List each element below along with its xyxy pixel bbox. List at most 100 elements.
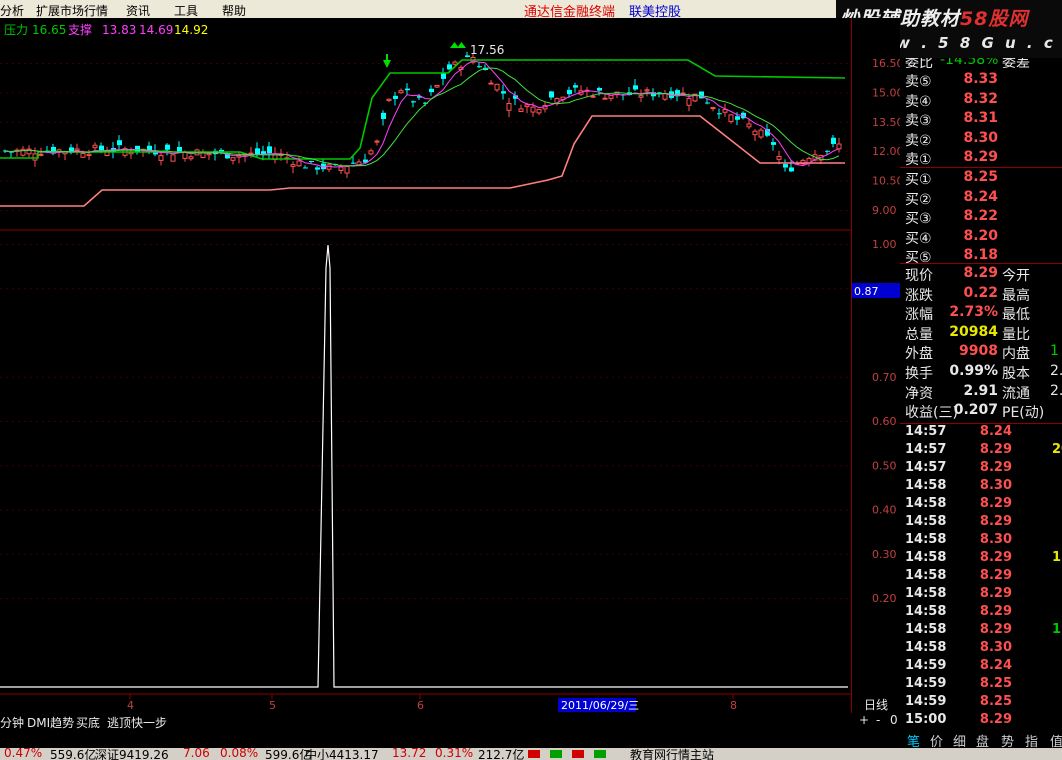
candle-body <box>825 150 830 152</box>
quote-stat-row: 涨跌 0.22 最高 <box>905 284 1030 304</box>
candle-body <box>752 130 758 136</box>
price-axis-tick: 10.50 <box>872 175 900 188</box>
candle-body <box>386 98 392 101</box>
blank-strip <box>0 730 900 748</box>
date-axis-tick: 8 <box>730 699 737 712</box>
indicator-value-4: 14.92 <box>174 23 208 37</box>
date-axis: 4 5 6 8 <box>127 694 737 712</box>
menu-item-help[interactable]: 帮助 <box>222 2 246 19</box>
status-sme-pct: 0.31% <box>435 748 474 760</box>
tick-row: 14:57 8.24 <box>905 424 1012 439</box>
menu-item-tools[interactable]: 工具 <box>174 2 198 19</box>
candle-body <box>501 91 506 94</box>
tick-row: 14:58 8.30 <box>905 478 1012 493</box>
status-server: 教育网行情主站 <box>630 748 715 760</box>
candle-body <box>452 61 458 65</box>
candle-body <box>518 108 524 112</box>
date-cursor-label: 2011/06/29/三 <box>561 699 639 712</box>
indicator-tab-escape-top[interactable]: 逃顶快一步 <box>107 714 167 731</box>
candle-body <box>296 160 302 167</box>
right-panel-tabs: 笔 价 细 盘 势 指 值 <box>900 730 1062 750</box>
indicator-tab-minute[interactable]: 分钟 <box>0 714 24 731</box>
tick-row: 14:588.291( <box>905 550 1062 565</box>
candle-body <box>524 104 530 108</box>
candle-body <box>303 167 308 169</box>
candle-body <box>206 153 212 156</box>
kline-chart-area[interactable]: 压力 16.65 支撑 13.83 14.69 14.92 16.50 15.00… <box>0 18 900 713</box>
quote-stat-row: 现价 8.29 今开 <box>905 265 1030 284</box>
zoom-out-button[interactable]: - <box>876 713 880 727</box>
quote-stat-row: 净资2.91流通2. <box>905 382 1062 402</box>
candle-body <box>717 113 722 115</box>
candle-body <box>506 103 512 111</box>
menu-item-extended-market[interactable]: 扩展市场行情 <box>36 2 108 19</box>
indicator-axis-tick: 0.30 <box>872 548 897 561</box>
date-axis-tick: 5 <box>269 699 276 712</box>
buy-order-row: 买③ 8.22 <box>905 208 998 228</box>
candle-body <box>99 145 104 151</box>
tick-row: 14:59 8.25 <box>905 694 1012 709</box>
tick-row: 14:578.2920 <box>905 442 1062 457</box>
status-indicator-icon <box>572 750 584 758</box>
candle-body <box>86 153 92 156</box>
buy-order-row: 买④ 8.20 <box>905 227 998 247</box>
status-sme-index: 中小4413.17 <box>305 748 379 760</box>
quote-stat-row: 外盘 9908 内盘 1 <box>905 343 1059 363</box>
support-value: 13.83 <box>102 23 136 37</box>
panel-separator <box>900 423 1062 424</box>
candle-body <box>74 148 80 151</box>
candle-body <box>368 150 374 155</box>
candle-body <box>393 95 398 99</box>
candle-body <box>255 148 260 155</box>
panel-separator <box>900 263 1062 264</box>
candle-body <box>92 144 98 149</box>
indicator-axis-tick: 0.50 <box>872 459 897 472</box>
indicator-tab-dmi[interactable]: DMI趋势 <box>27 714 74 731</box>
buy-order-row: 买① 8.25 <box>905 169 998 188</box>
candle-body <box>494 83 500 91</box>
candle-body <box>182 151 188 159</box>
indicator-tab-bar: 分钟 DMI趋势 买底 逃顶快一步 <box>0 713 852 730</box>
candle-body <box>710 107 716 110</box>
sell-order-row: 卖② 8.30 <box>905 129 998 149</box>
quote-stat-row: 总量 20984 量比 <box>905 323 1030 343</box>
candle-body <box>633 85 638 90</box>
zoom-in-button[interactable]: + <box>859 713 869 727</box>
candle-body <box>602 97 608 100</box>
menu-item-analysis[interactable]: 分析 <box>0 2 24 19</box>
sell-order-row: 卖④ 8.32 <box>905 90 998 110</box>
candle-body <box>549 91 554 98</box>
zoom-reset-button[interactable]: 0 <box>890 713 898 727</box>
indicator-panel[interactable]: 1.000.900.700.600.500.400.300.20 0.87 <box>0 238 900 688</box>
price-axis-tick: 9.00 <box>872 204 897 217</box>
indicator-tab-buy-bottom[interactable]: 买底 <box>76 714 100 731</box>
candle-body <box>309 161 314 163</box>
candle-body <box>608 94 614 99</box>
tick-row: 14:58 8.29 1 <box>905 622 1062 637</box>
tick-row: 14:58 8.29 <box>905 514 1012 529</box>
tick-row: 14:58 8.30 <box>905 532 1012 547</box>
indicator-axis-tick: 0.70 <box>872 371 897 384</box>
candle-body <box>230 157 236 161</box>
candle-body <box>326 164 332 170</box>
indicator-value-3: 14.69 <box>139 23 173 37</box>
candle-body <box>735 116 740 120</box>
tick-row: 14:58 8.29 <box>905 586 1012 601</box>
candle-body <box>374 140 380 143</box>
candle-body <box>536 108 542 114</box>
indicator-axis-tick: 0.20 <box>872 592 897 605</box>
quote-stat-row: 换手0.99%股本2. <box>905 363 1062 382</box>
tick-row: 14:58 8.29 <box>905 496 1012 511</box>
candle-body <box>831 137 836 144</box>
price-panel[interactable]: 压力 16.65 支撑 13.83 14.69 14.92 16.50 15.00… <box>0 18 900 230</box>
indicator-axis-tick: 1.00 <box>872 238 897 251</box>
status-amount: 559.6亿 <box>50 748 97 760</box>
support-label: 支撑 <box>68 22 92 37</box>
menu-item-news[interactable]: 资讯 <box>126 2 150 19</box>
candle-body <box>441 73 446 79</box>
candle-body <box>597 87 602 91</box>
high-price-annotation: 17.56 <box>470 43 504 57</box>
status-sme-amount: 212.7亿 <box>478 748 525 760</box>
period-label[interactable]: 日线 <box>864 696 888 713</box>
sell-order-row: 卖⑤ 8.33 <box>905 71 998 90</box>
